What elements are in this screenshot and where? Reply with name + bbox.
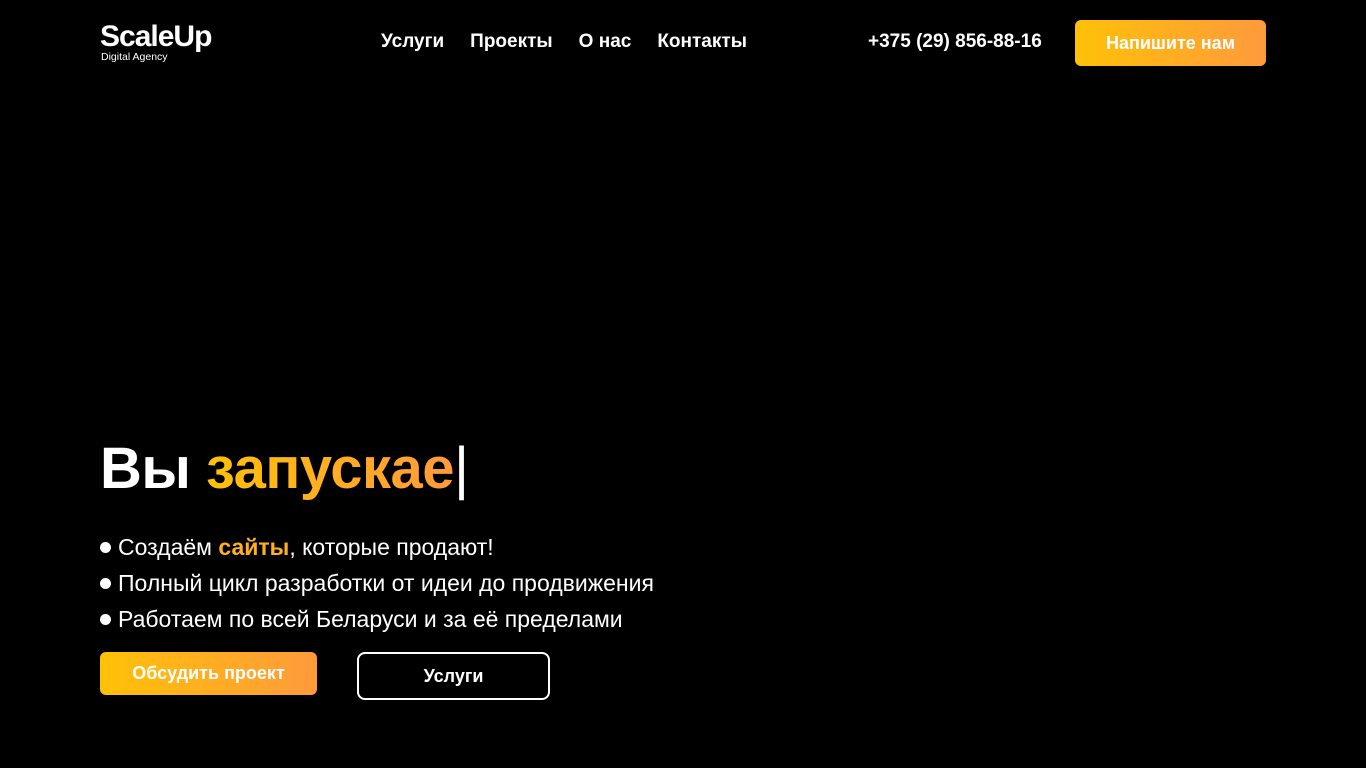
bullet-text: Создаём (118, 534, 219, 560)
main-nav: Услуги Проекты О нас Контакты (381, 30, 747, 54)
page: ScaleUp Digital Agency Услуги Проекты О … (0, 0, 1366, 768)
hero-bullet: Полный цикл разработки от идеи до продви… (100, 565, 654, 601)
logo-wordmark: ScaleUp (100, 20, 212, 53)
write-us-button[interactable]: Напишите нам (1075, 20, 1266, 66)
nav-item-about[interactable]: О нас (579, 30, 632, 54)
typing-cursor: | (454, 436, 469, 501)
logo[interactable]: ScaleUp Digital Agency (100, 20, 240, 66)
nav-item-projects[interactable]: Проекты (470, 30, 552, 54)
phone-link[interactable]: +375 (29) 856-88-16 (868, 30, 1042, 54)
nav-item-services[interactable]: Услуги (381, 30, 444, 54)
hero-title: Вы запускае| (100, 433, 469, 505)
hero-bullet-list: Создаём сайты, которые продают! Полный ц… (100, 529, 654, 637)
bullet-text: Полный цикл разработки от идеи до продви… (118, 570, 654, 596)
services-button[interactable]: Услуги (357, 652, 550, 700)
hero-title-prefix: Вы (100, 436, 207, 501)
bullet-highlight: сайты (218, 534, 290, 560)
nav-item-contacts[interactable]: Контакты (657, 30, 747, 54)
bullet-dot-icon (100, 614, 111, 625)
bullet-dot-icon (100, 542, 111, 553)
site-header: ScaleUp Digital Agency Услуги Проекты О … (100, 20, 1266, 66)
hero-title-typed: запускае (206, 436, 455, 501)
bullet-text: Работаем по всей Беларуси и за её предел… (118, 606, 623, 632)
logo-tagline: Digital Agency (101, 51, 168, 63)
hero-bullet: Создаём сайты, которые продают! (100, 529, 654, 565)
discuss-project-button[interactable]: Обсудить проект (100, 652, 317, 695)
hero-bullet: Работаем по всей Беларуси и за её предел… (100, 601, 654, 637)
bullet-text-after: , которые продают! (289, 534, 494, 560)
bullet-dot-icon (100, 578, 111, 589)
